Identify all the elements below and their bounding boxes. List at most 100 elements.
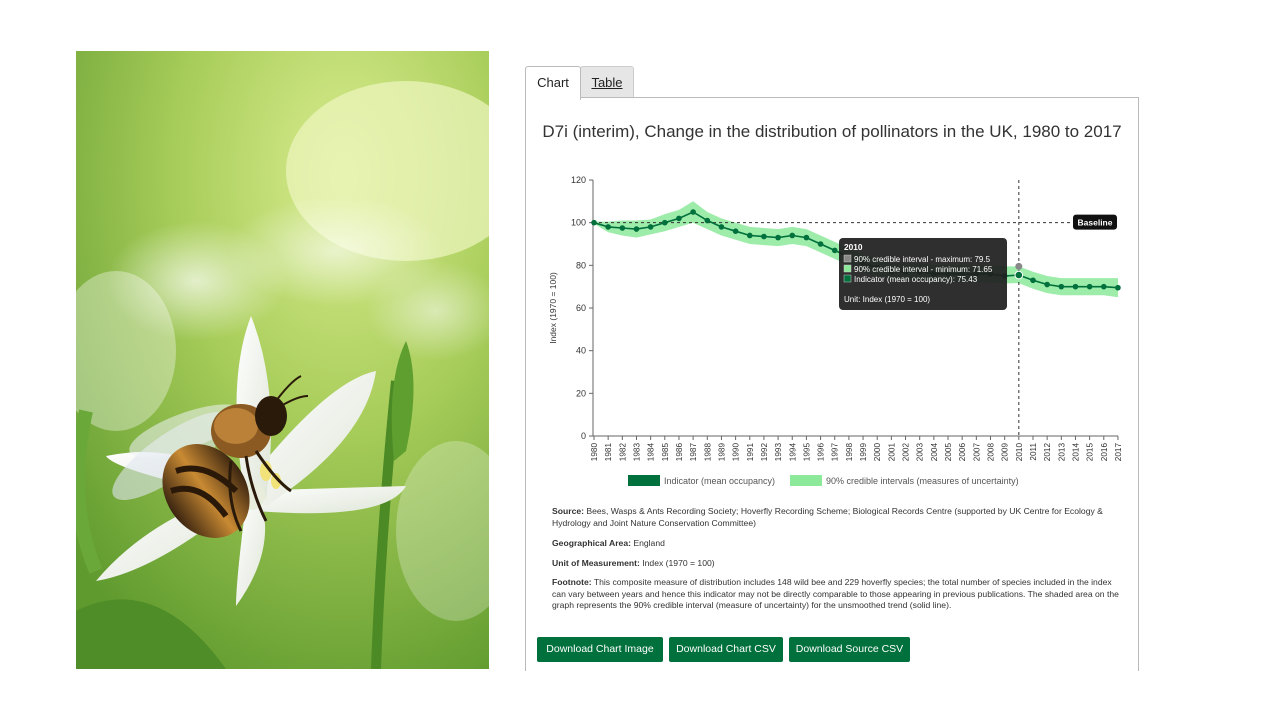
tooltip-swatch: [843, 264, 852, 273]
chart-svg: 0 20 40 60 80 100 120 Index (1970 = 100) 1980 198…: [548, 175, 1123, 486]
x-tick-label: 1990: [732, 443, 741, 462]
x-tick-label: 1997: [831, 443, 840, 462]
download-chart-image-button[interactable]: Download Chart Image: [537, 637, 663, 662]
x-tick-label: 1993: [774, 443, 783, 462]
x-tick-label: 1999: [859, 443, 868, 462]
x-tick-label: 2008: [987, 443, 996, 462]
x-tick-label: 1984: [647, 443, 656, 462]
x-tick-label: 1982: [618, 443, 627, 462]
highlight-indicator-marker: [1014, 270, 1024, 280]
unit-label: Unit of Measurement:: [552, 558, 640, 568]
indicator-point: [676, 215, 682, 222]
indicator-point: [1115, 284, 1121, 291]
unit-value: Index (1970 = 100): [642, 558, 715, 568]
tooltip-swatch: [843, 274, 852, 283]
x-tick-label: 2012: [1043, 443, 1052, 462]
indicator-point: [662, 219, 668, 226]
tooltip-row: 90% credible interval - minimum: 71.65: [854, 265, 993, 274]
x-tick-label: 2003: [916, 443, 925, 462]
tab-table[interactable]: Table: [580, 66, 634, 99]
indicator-point: [732, 228, 739, 234]
indicator-point: [746, 232, 753, 239]
indicator-point: [1072, 283, 1079, 290]
bee-flower-photo: [76, 51, 489, 669]
source-value: Bees, Wasps & Ants Recording Society; Ho…: [552, 506, 1103, 528]
y-tick-label: 100: [571, 218, 586, 228]
indicator-point: [803, 234, 810, 241]
x-tick-label: 1995: [802, 443, 811, 462]
source-text: Source: Bees, Wasps & Ants Recording Soc…: [552, 506, 1124, 529]
x-tick-label: 2014: [1071, 443, 1080, 462]
x-tick-label: 2010: [1015, 443, 1024, 462]
highlight-max-marker: [1015, 262, 1023, 270]
tab-chart[interactable]: Chart: [525, 66, 581, 100]
x-tick-label: 1991: [746, 443, 755, 462]
x-tick-label: 2006: [958, 443, 967, 462]
y-tick-label: 120: [571, 175, 586, 185]
x-tick-label: 1983: [632, 443, 641, 462]
x-tick-label: 2011: [1029, 443, 1038, 461]
tooltip-unit: Unit: Index (1970 = 100): [844, 295, 930, 304]
indicator-point: [591, 219, 597, 226]
x-tick-label: 2016: [1100, 443, 1109, 462]
x-tick-label: 1996: [817, 443, 826, 462]
area-label: Geographical Area:: [552, 538, 631, 548]
x-tick-label: 1985: [661, 443, 670, 462]
legend-swatch-indicator: [628, 475, 660, 486]
tooltip-title: 2010: [844, 242, 863, 252]
x-tick-label: 1998: [845, 443, 854, 462]
area-text: Geographical Area: England: [552, 538, 1124, 550]
y-tick-label: 20: [576, 388, 586, 398]
indicator-point: [633, 226, 640, 232]
indicator-point: [775, 234, 781, 241]
source-label: Source:: [552, 506, 584, 516]
y-tick-label: 40: [576, 346, 586, 356]
indicator-point: [789, 232, 796, 239]
area-value: England: [633, 538, 665, 548]
download-source-csv-button[interactable]: Download Source CSV: [789, 637, 910, 662]
x-tick-label: 1989: [717, 443, 726, 462]
tooltip-row: Indicator (mean occupancy): 75.43: [854, 275, 978, 284]
tooltip-swatch: [843, 254, 852, 263]
x-tick-label: 1992: [760, 443, 769, 462]
indicator-point: [1044, 281, 1050, 288]
download-chart-csv-button[interactable]: Download Chart CSV: [669, 637, 783, 662]
x-tick-label: 2007: [972, 443, 981, 462]
indicator-point: [831, 247, 838, 254]
x-tick-label: 2017: [1114, 443, 1123, 462]
y-tick-label: 0: [581, 431, 586, 441]
x-tick-label: 2013: [1057, 443, 1066, 462]
indicator-point: [619, 225, 626, 231]
x-tick-label: 2002: [902, 443, 911, 462]
legend-swatch-interval: [790, 475, 822, 486]
chart-panel: D7i (interim), Change in the distributio…: [525, 97, 1139, 671]
x-tick-label: 2004: [930, 443, 939, 462]
x-tick-label: 1988: [703, 443, 712, 462]
x-tick-label: 2015: [1086, 443, 1095, 462]
unit-text: Unit of Measurement: Index (1970 = 100): [552, 558, 1124, 570]
x-tick-label: 2005: [944, 443, 953, 462]
x-tick-label: 1987: [689, 443, 698, 462]
indicator-point: [817, 241, 824, 247]
x-tick-label: 2009: [1001, 443, 1010, 462]
indicator-point: [704, 217, 711, 224]
indicator-point: [647, 224, 654, 230]
x-tick-label: 2001: [887, 443, 896, 462]
x-tick-label: 1980: [590, 443, 599, 462]
y-axis-title: Index (1970 = 100): [548, 272, 558, 344]
x-tick-label: 1981: [604, 443, 613, 462]
legend-label-interval: 90% credible intervals (measures of unce…: [826, 476, 1019, 486]
x-tick-label: 1994: [788, 443, 797, 462]
indicator-point: [1058, 283, 1065, 290]
indicator-point: [718, 224, 725, 230]
indicator-point: [1100, 283, 1107, 290]
chart-widget: Chart Table D7i (interim), Change in the…: [525, 66, 1139, 671]
indicator-point: [690, 209, 696, 215]
tooltip-row: 90% credible interval - maximum: 79.5: [854, 255, 991, 264]
x-tick-label: 1986: [675, 443, 684, 462]
indicator-point: [1030, 277, 1036, 284]
y-tick-label: 80: [576, 260, 586, 270]
x-tick-label: 2000: [873, 443, 882, 462]
footnote-text: Footnote: This composite measure of dist…: [552, 577, 1124, 612]
y-tick-label: 60: [576, 303, 586, 313]
